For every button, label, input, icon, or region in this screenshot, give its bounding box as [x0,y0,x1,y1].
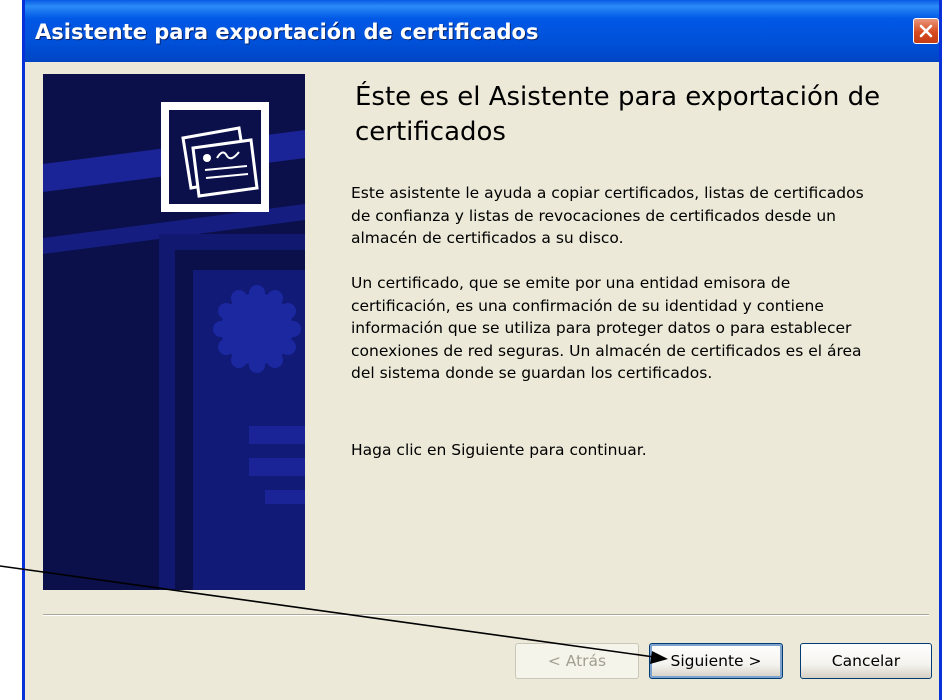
window-title: Asistente para exportación de certificad… [35,20,539,44]
export-wizard-window: Asistente para exportación de certificad… [22,0,942,700]
close-icon [919,24,933,38]
wizard-heading: Éste es el Asistente para exportación de… [355,82,881,147]
footer-separator [43,614,929,616]
continue-instruction: Haga clic en Siguiente para continuar. [351,441,647,459]
cancel-button[interactable]: Cancelar [800,643,932,679]
certificate-icon [161,102,269,212]
next-button[interactable]: Siguiente > [649,643,783,679]
wizard-banner-image [43,74,305,590]
certificate-description-paragraph: Un certificado, que se emite por una ent… [351,274,862,383]
intro-paragraph: Este asistente le ayuda a copiar certifi… [351,184,864,248]
title-bar[interactable]: Asistente para exportación de certificad… [25,0,939,62]
back-button[interactable]: < Atrás [515,643,639,679]
close-button[interactable] [913,18,939,44]
